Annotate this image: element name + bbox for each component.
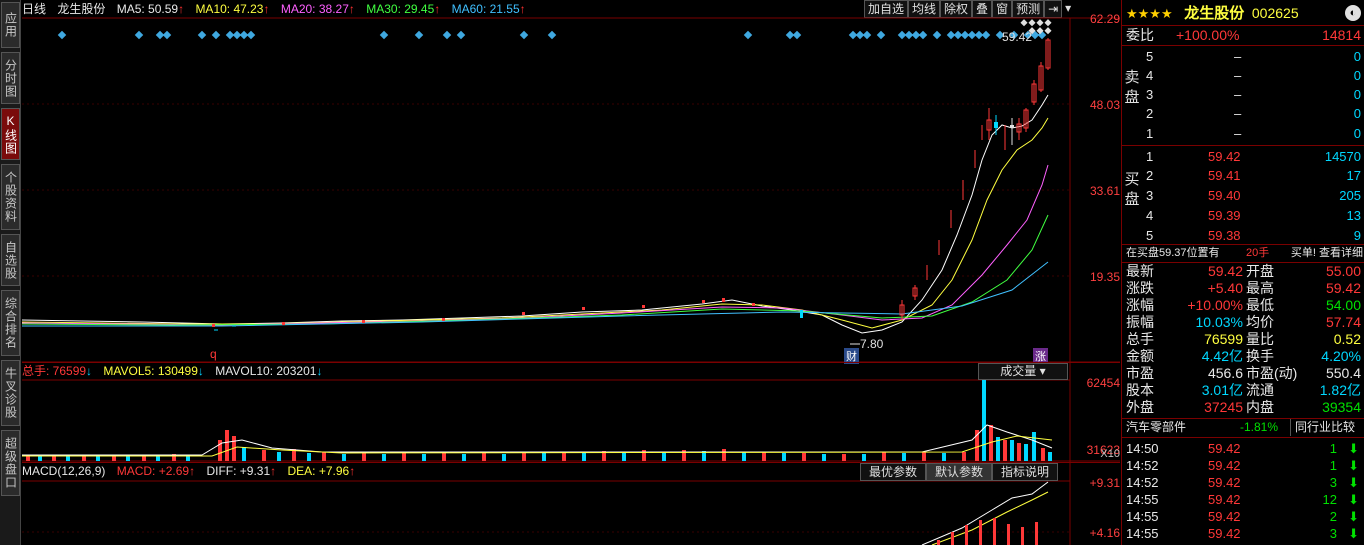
total-volume: 总手: 76599 <box>22 364 87 378</box>
tick-row: 14:52 59.42 3 ⬇ <box>1126 475 1359 490</box>
q-marker: q <box>210 347 217 361</box>
mavol5-value: MAVOL5: 130499 <box>103 364 198 378</box>
ma5-line <box>22 94 1049 334</box>
down-arrow-icon: ↓ <box>316 364 323 378</box>
down-arrow-icon: ⬇ <box>1348 526 1359 541</box>
notice-text: 在买盘59.37位置有 <box>1126 247 1220 259</box>
tab-default-params[interactable]: 默认参数 <box>926 463 993 481</box>
ma20-line <box>22 164 1049 326</box>
chevron-down-icon: ▾ <box>1039 364 1046 378</box>
tab-apps[interactable]: 应用 <box>1 2 20 48</box>
weicha-value: 14814 <box>1322 27 1361 43</box>
down-arrow-icon: ↓ <box>86 364 93 378</box>
tab-best-params[interactable]: 最优参数 <box>860 463 927 481</box>
tab-stock-info[interactable]: 个股资料 <box>1 164 20 230</box>
tab-indicator-help[interactable]: 指标说明 <box>992 463 1059 481</box>
down-arrow-icon: ⬇ <box>1348 458 1359 473</box>
buy-level-row[interactable]: 4 59.39 13 <box>1122 207 1364 224</box>
tab-super-quote[interactable]: 超级盘口 <box>1 430 20 496</box>
price-tick: 48.03 <box>1089 98 1120 112</box>
volume-tick: 62454 <box>1086 376 1120 390</box>
notice-hands: 20手 <box>1246 247 1270 259</box>
volume-header: 总手: 76599↓ MAVOL5: 130499↓ MAVOL10: 2032… <box>22 362 1120 380</box>
dea-value: DEA: +7.96 <box>287 464 350 478</box>
sell-level-row[interactable]: 4–0 <box>1122 67 1364 84</box>
macd-params: MACD(12,26,9) <box>22 464 106 478</box>
up-arrow-icon: ↑ <box>270 464 277 478</box>
quote-title-row: ★★★★ 龙生股份 002625 ◐ <box>1122 2 1364 24</box>
price-tick: 19.35 <box>1089 270 1120 284</box>
stock-name: 龙生股份 <box>1184 5 1245 22</box>
industry-pct: -1.81% <box>1240 420 1279 434</box>
macd-tick: +4.16 <box>1089 526 1120 540</box>
sell-level-row[interactable]: 1–0 <box>1122 125 1364 142</box>
down-arrow-icon: ⬇ <box>1348 441 1359 456</box>
macd-value: MACD: +2.69 <box>116 464 190 478</box>
ma30-line <box>22 214 1049 326</box>
quote-panel: ★★★★ 龙生股份 002625 ◐ 委比 +100.00% 14814 卖盘 … <box>1121 0 1364 545</box>
price-tick: 33.61 <box>1089 184 1120 198</box>
weibi-row: 委比 +100.00% 14814 <box>1122 27 1364 44</box>
macd-tabs: 最优参数 默认参数 指标说明 <box>860 463 1059 481</box>
sell-level-row[interactable]: 3–0 <box>1122 86 1364 103</box>
up-arrow-icon: ↑ <box>189 464 196 478</box>
weibi-label: 委比 <box>1126 27 1154 43</box>
sell-level-row[interactable]: 2–0 <box>1122 105 1364 122</box>
mavol10-value: MAVOL10: 203201 <box>215 364 317 378</box>
buy-level-row[interactable]: 2 59.41 17 <box>1122 167 1364 184</box>
down-arrow-icon: ⬇ <box>1348 509 1359 524</box>
high-price-label: 59.42 <box>1002 30 1033 44</box>
tab-timeshare[interactable]: 分时图 <box>1 52 20 104</box>
weibi-value: +100.00% <box>1176 27 1240 43</box>
macd-plot <box>22 481 1070 545</box>
stock-code: 002625 <box>1251 5 1299 21</box>
buy-level-row[interactable]: 3 59.40 205 <box>1122 187 1364 204</box>
event-markers <box>57 30 1047 40</box>
volume-bars <box>22 380 1053 461</box>
sell-level-row[interactable]: 5–0 <box>1122 48 1364 65</box>
tab-ranking[interactable]: 综合排名 <box>1 290 20 356</box>
macd-tick: +9.31 <box>1089 476 1120 490</box>
indicator-select[interactable]: 成交量 ▾ <box>978 363 1068 380</box>
indicator-select-label: 成交量 <box>1000 364 1037 378</box>
buy-level-row[interactable]: 1 59.42 14570 <box>1122 148 1364 165</box>
down-arrow-icon: ⬇ <box>1348 475 1359 490</box>
low-price-label: 7.80 <box>860 337 884 351</box>
menu-icon[interactable]: ◐ <box>1345 5 1361 21</box>
big-order-notice[interactable]: 在买盘59.37位置有 20手 买单! 查看详细 <box>1122 245 1364 262</box>
rating-stars: ★★★★ <box>1126 6 1173 21</box>
up-arrow-icon: ↑ <box>349 464 356 478</box>
tab-watchlist[interactable]: 自选股 <box>1 234 20 286</box>
diff-value: DIFF: +9.31 <box>206 464 271 478</box>
candles <box>212 38 1051 331</box>
industry-row[interactable]: 汽车零部件 -1.81% 同行业比较 <box>1122 419 1364 436</box>
tab-kline[interactable]: K线图 <box>1 108 20 160</box>
industry-name[interactable]: 汽车零部件 <box>1126 419 1186 436</box>
ma10-line <box>22 117 1049 329</box>
left-tab-strip: 应用 分时图 K线图 个股资料 自选股 综合排名 牛叉诊股 超级盘口 <box>0 0 21 545</box>
down-arrow-icon: ↓ <box>197 364 204 378</box>
tick-row: 14:55 59.42 12 ⬇ <box>1126 492 1359 507</box>
industry-compare-button[interactable]: 同行业比较 <box>1290 419 1355 436</box>
tick-row: 14:52 59.42 1 ⬇ <box>1126 458 1359 473</box>
buy-level-row[interactable]: 5 59.38 9 <box>1122 227 1364 244</box>
tick-row: 14:50 59.42 1 ⬇ <box>1126 441 1359 456</box>
notice-detail-link[interactable]: 买单! 查看详细 <box>1291 245 1363 262</box>
tab-diagnosis[interactable]: 牛叉诊股 <box>1 360 20 426</box>
down-arrow-icon: ⬇ <box>1348 492 1359 507</box>
price-tick: 62.29 <box>1089 12 1120 26</box>
tick-row: 14:55 59.42 2 ⬇ <box>1126 509 1359 524</box>
tick-row: 14:55 59.42 3 ⬇ <box>1126 526 1359 541</box>
kline-chart-area: 日线 龙生股份 MA5: 50.59↑ MA10: 47.23↑ MA20: 3… <box>22 0 1120 545</box>
volume-scale: X10 <box>1100 448 1120 460</box>
